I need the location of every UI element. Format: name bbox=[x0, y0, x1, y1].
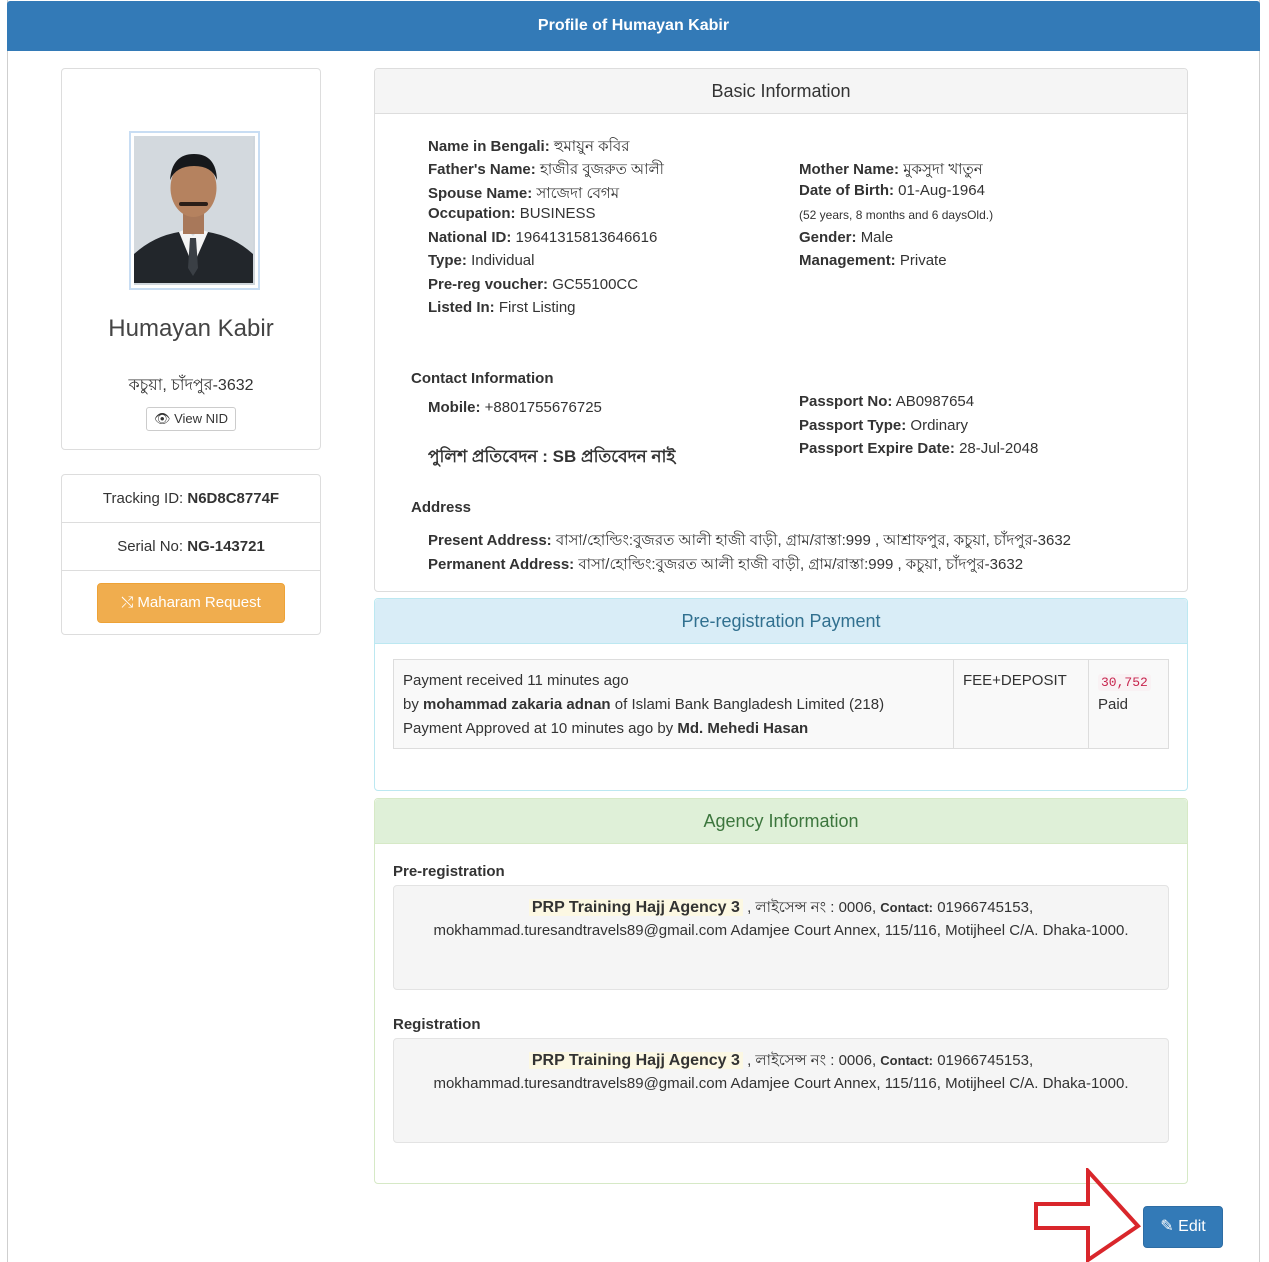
view-nid-button[interactable]: 👁 View NID bbox=[146, 407, 236, 431]
agency-license: , লাইসেন্স নং : 0006, bbox=[747, 1052, 877, 1069]
spouse-name: Spouse Name: সাজেদা বেগম bbox=[428, 185, 620, 202]
edit-icon: ✎ bbox=[1160, 1218, 1174, 1235]
contact-label: Contact: bbox=[880, 900, 934, 915]
father-name: Father's Name: হাজীর বুজরুত আলী bbox=[428, 161, 664, 178]
reg-title: Registration bbox=[393, 1016, 481, 1033]
tracking-id: Tracking ID: N6D8C8774F bbox=[62, 475, 320, 523]
management: Management: Private bbox=[799, 252, 947, 269]
serial-no: Serial No: NG-143721 bbox=[62, 523, 320, 571]
permanent-address: Permanent Address: বাসা/হোল্ডিং:বুজরত আল… bbox=[428, 556, 1024, 573]
prereg-voucher: Pre-reg voucher: GC55100CC bbox=[428, 276, 639, 293]
passport-type: Passport Type: Ordinary bbox=[799, 417, 968, 434]
agency-name: PRP Training Hajj Agency 3 bbox=[528, 899, 743, 916]
arrow-icon bbox=[1034, 1168, 1142, 1262]
prereg-title: Pre-registration bbox=[393, 863, 505, 880]
present-address: Present Address: বাসা/হোল্ডিং:বুজরত আলী … bbox=[428, 532, 1072, 549]
payment-table: Payment received 11 minutes ago by moham… bbox=[393, 659, 1169, 749]
agency-email-address: mokhammad.turesandtravels89@gmail.com Ad… bbox=[433, 1075, 1129, 1092]
fee-type-cell: FEE+DEPOSIT bbox=[954, 660, 1089, 748]
occupation: Occupation: BUSINESS bbox=[428, 205, 596, 222]
serial-value: NG-143721 bbox=[187, 538, 265, 555]
amount: 30,752 bbox=[1098, 673, 1151, 691]
mother-name: Mother Name: মুকসুদা খাতুন bbox=[799, 161, 983, 178]
profile-photo bbox=[129, 131, 260, 290]
agency-heading: Agency Information bbox=[375, 799, 1187, 844]
maharam-label: Maharam Request bbox=[137, 594, 261, 611]
view-nid-label: View NID bbox=[174, 411, 229, 426]
edit-label: Edit bbox=[1178, 1218, 1206, 1235]
maharam-request-button[interactable]: ⤭ Maharam Request bbox=[97, 583, 285, 623]
profile-card: Humayan Kabir কচুয়া, চাঁদপুর-3632 👁 Vie… bbox=[61, 68, 321, 450]
tracking-label: Tracking ID: bbox=[102, 490, 184, 507]
date-of-birth: Date of Birth: 01-Aug-1964 bbox=[799, 182, 985, 199]
id-list: Tracking ID: N6D8C8774F Serial No: NG-14… bbox=[61, 474, 321, 635]
listed-in: Listed In: First Listing bbox=[428, 299, 576, 316]
amount-cell: 30,752 Paid bbox=[1089, 660, 1168, 748]
contact-label: Contact: bbox=[880, 1053, 934, 1068]
prereg-agency-well: PRP Training Hajj Agency 3 , লাইসেন্স নং… bbox=[393, 885, 1169, 990]
payment-heading: Pre-registration Payment bbox=[375, 599, 1187, 644]
shuffle-icon: ⤭ bbox=[121, 594, 134, 611]
agency-name: PRP Training Hajj Agency 3 bbox=[528, 1052, 743, 1069]
profile-name: Humayan Kabir bbox=[108, 315, 274, 342]
payment-approved: Payment Approved at 10 minutes ago by Md… bbox=[403, 720, 809, 737]
basic-info-panel: Basic Information Name in Bengali: হুমায… bbox=[374, 68, 1188, 592]
name-bengali: Name in Bengali: হুমায়ুন কবির bbox=[428, 138, 630, 155]
basic-info-heading: Basic Information bbox=[375, 69, 1187, 114]
reg-agency-well: PRP Training Hajj Agency 3 , লাইসেন্স নং… bbox=[393, 1038, 1169, 1143]
payment-status: Paid bbox=[1098, 696, 1129, 713]
payment-panel: Pre-registration Payment Payment receive… bbox=[374, 598, 1188, 791]
page-title: Profile of Humayan Kabir bbox=[7, 1, 1260, 51]
age-note: (52 years, 8 months and 6 daysOld.) bbox=[799, 208, 994, 222]
agency-license: , লাইসেন্স নং : 0006, bbox=[747, 899, 877, 916]
agency-contact: 01966745153, bbox=[937, 1052, 1034, 1069]
fee-type: FEE+DEPOSIT bbox=[963, 672, 1067, 689]
agency-panel: Agency Information Pre-registration PRP … bbox=[374, 798, 1188, 1184]
address-title: Address bbox=[411, 499, 472, 516]
mobile: Mobile: +8801755676725 bbox=[428, 399, 602, 416]
national-id: National ID: 19641315813646616 bbox=[428, 229, 658, 246]
passport-expire: Passport Expire Date: 28-Jul-2048 bbox=[799, 440, 1039, 457]
type: Type: Individual bbox=[428, 252, 535, 269]
agency-contact: 01966745153, bbox=[937, 899, 1034, 916]
police-report: পুলিশ প্রতিবেদন : SB প্রতিবেদন নাই bbox=[428, 447, 676, 466]
payment-details-cell: Payment received 11 minutes ago by moham… bbox=[394, 660, 954, 748]
eye-icon: 👁 bbox=[153, 411, 171, 426]
edit-button[interactable]: ✎ Edit bbox=[1143, 1206, 1223, 1248]
tracking-value: N6D8C8774F bbox=[187, 490, 280, 507]
payment-payer: by mohammad zakaria adnan of Islami Bank… bbox=[403, 696, 885, 713]
contact-info-title: Contact Information bbox=[411, 370, 554, 387]
passport-no: Passport No: AB0987654 bbox=[799, 393, 975, 410]
payment-received: Payment received 11 minutes ago bbox=[403, 672, 629, 689]
serial-label: Serial No: bbox=[117, 538, 184, 555]
profile-address: কচুয়া, চাঁদপুর-3632 bbox=[128, 377, 254, 394]
gender: Gender: Male bbox=[799, 229, 894, 246]
agency-email-address: mokhammad.turesandtravels89@gmail.com Ad… bbox=[433, 922, 1129, 939]
